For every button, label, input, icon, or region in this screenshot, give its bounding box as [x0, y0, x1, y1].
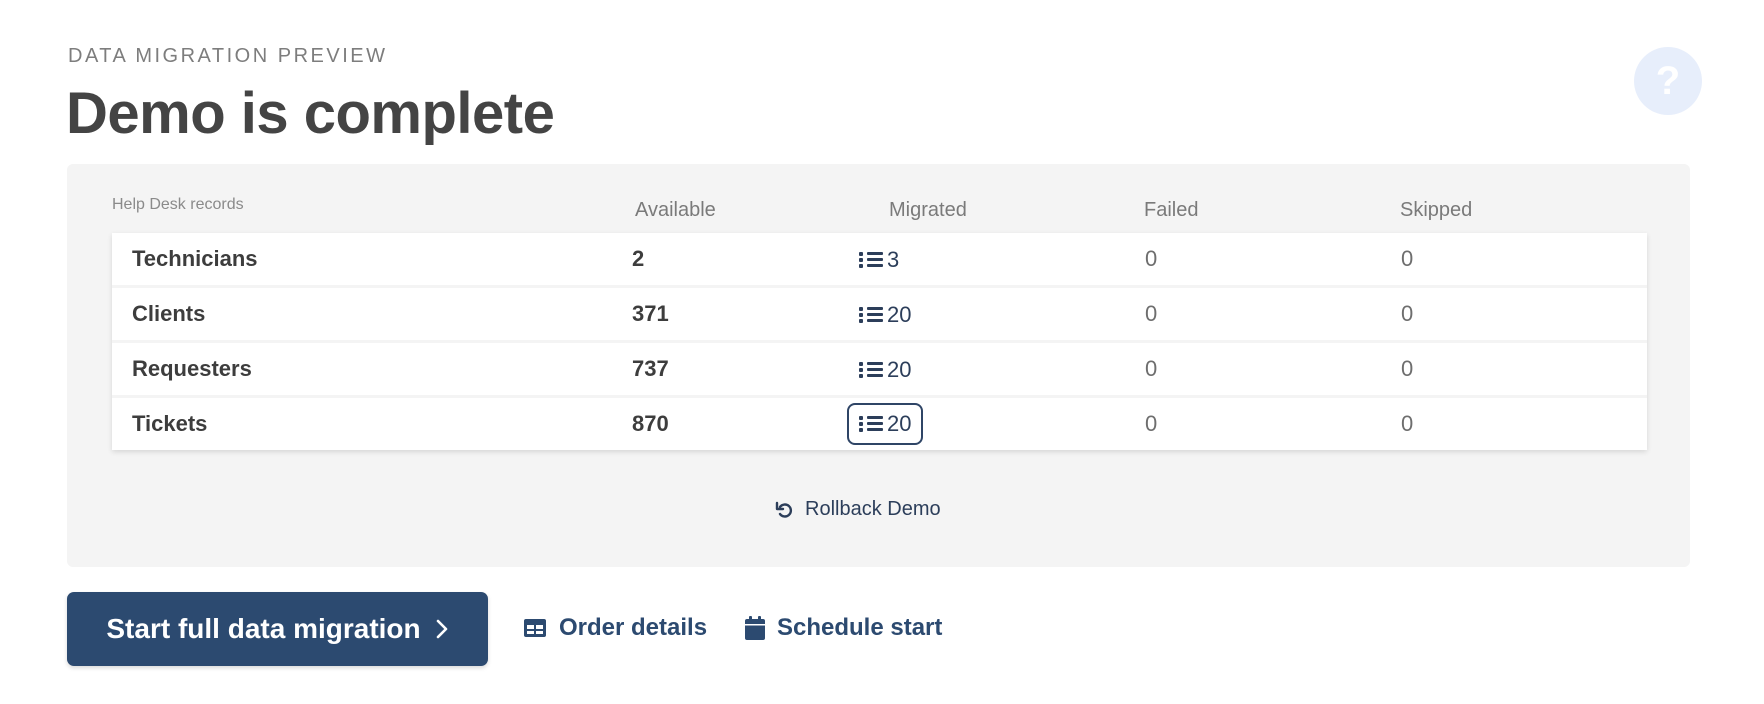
skipped-count: 0	[1401, 301, 1414, 326]
question-mark-icon: ?	[1655, 58, 1681, 103]
list-icon	[859, 250, 883, 270]
record-name: Technicians	[132, 246, 258, 271]
record-name: Tickets	[132, 411, 208, 436]
available-count: 737	[632, 356, 669, 381]
migration-results-panel: Help Desk records Available Migrated Fai…	[67, 164, 1690, 567]
skipped-count: 0	[1401, 246, 1414, 271]
list-icon	[859, 305, 883, 325]
table-icon	[524, 619, 546, 637]
migrated-list-button[interactable]: 20	[849, 351, 921, 389]
column-header-skipped: Skipped	[1400, 199, 1473, 221]
column-header-records: Help Desk records	[112, 196, 244, 213]
skipped-count: 0	[1401, 411, 1414, 436]
page-eyebrow: DATA MIGRATION PREVIEW	[68, 45, 388, 67]
table-row: Clients 371 20 0 0	[112, 288, 1647, 340]
available-count: 870	[632, 411, 669, 436]
chevron-right-icon	[436, 619, 447, 639]
order-details-label: Order details	[559, 614, 708, 641]
migrated-count: 20	[887, 357, 912, 382]
schedule-start-label: Schedule start	[777, 614, 943, 641]
table-row: Requesters 737 20 0 0	[112, 343, 1647, 395]
calendar-icon	[745, 616, 765, 640]
column-header-migrated: Migrated	[889, 199, 967, 221]
start-migration-label: Start full data migration	[106, 613, 421, 644]
available-count: 2	[632, 246, 645, 271]
record-name: Requesters	[132, 356, 252, 381]
undo-icon	[775, 501, 792, 518]
migrated-list-button[interactable]: 20	[849, 296, 921, 334]
table-row: Technicians 2 3 0 0	[112, 233, 1647, 285]
table-header: Help Desk records Available Migrated Fai…	[67, 164, 1690, 236]
failed-count: 0	[1145, 301, 1158, 326]
list-icon	[859, 414, 883, 434]
schedule-start-link[interactable]: Schedule start	[745, 614, 942, 642]
failed-count: 0	[1145, 356, 1158, 381]
list-icon	[859, 360, 883, 380]
rollback-label: Rollback Demo	[805, 498, 941, 520]
start-full-migration-button[interactable]: Start full data migration	[67, 592, 488, 666]
migrated-count: 20	[887, 302, 912, 327]
table-row: Tickets 870 20 0 0	[112, 398, 1647, 450]
migrated-list-button[interactable]: 3	[849, 241, 909, 279]
rollback-demo-link[interactable]: Rollback Demo	[775, 498, 941, 521]
records-table: Technicians 2 3 0 0 Clients 371 20 0 0 R…	[112, 233, 1647, 450]
record-name: Clients	[132, 301, 206, 326]
help-button[interactable]: ?	[1634, 47, 1702, 115]
column-header-available: Available	[635, 199, 716, 221]
migrated-list-button[interactable]: 20	[847, 403, 924, 445]
available-count: 371	[632, 301, 669, 326]
migrated-count: 3	[887, 247, 900, 272]
migration-preview-page: DATA MIGRATION PREVIEW Demo is complete …	[0, 0, 1764, 704]
order-details-link[interactable]: Order details	[523, 614, 707, 642]
column-header-failed: Failed	[1144, 199, 1199, 221]
failed-count: 0	[1145, 411, 1158, 436]
migrated-count: 20	[887, 411, 912, 436]
page-title: Demo is complete	[66, 81, 555, 146]
failed-count: 0	[1145, 246, 1158, 271]
skipped-count: 0	[1401, 356, 1414, 381]
